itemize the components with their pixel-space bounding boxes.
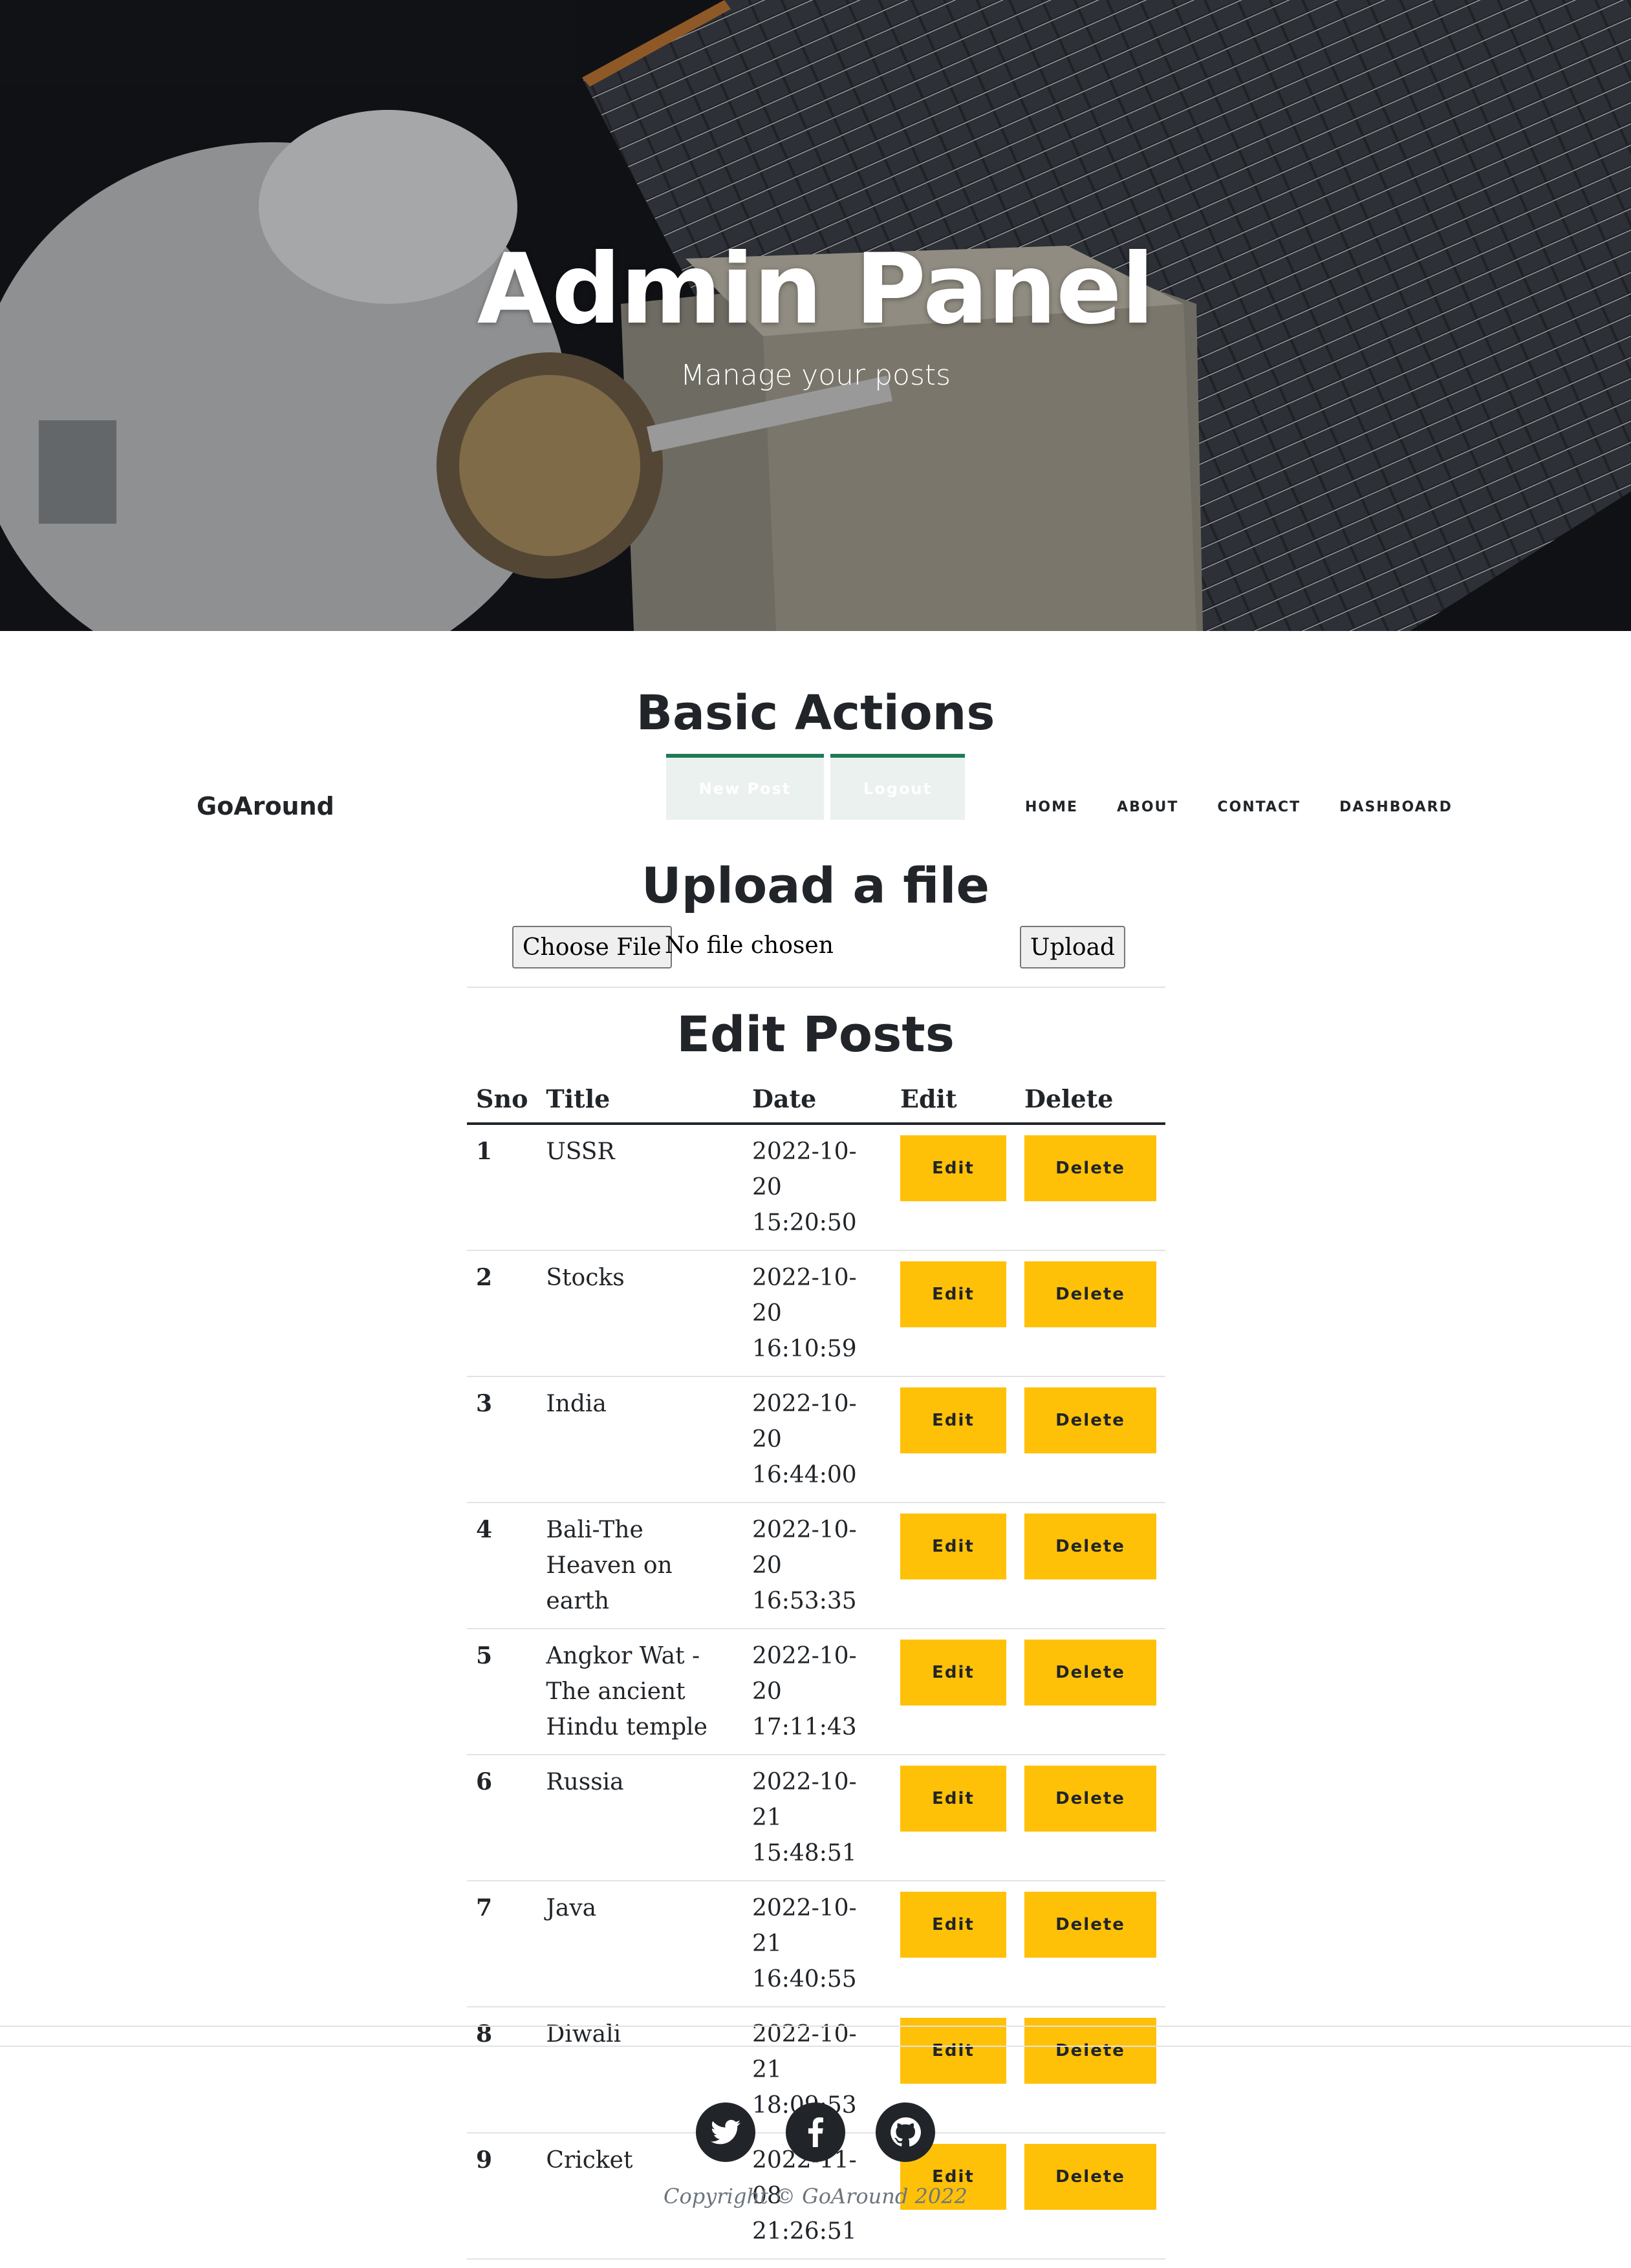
post-title: USSR [537,1124,743,1251]
delete-post-button[interactable]: Delete [1024,1387,1156,1453]
column-header-date: Date [742,1076,891,1125]
delete-cell: Delete [1015,1503,1165,1629]
brand-logo[interactable]: GoAround [197,792,334,820]
edit-cell: Edit [891,1503,1015,1629]
edit-post-button[interactable]: Edit [900,1387,1006,1453]
basic-actions-heading: Basic Actions [636,685,995,741]
delete-post-button[interactable]: Delete [1024,1892,1156,1958]
post-sno: 1 [467,1124,537,1251]
nav-link-about[interactable]: ABOUT [1117,799,1178,815]
file-status-text: No file chosen [665,932,834,959]
column-header-title: Title [537,1076,743,1125]
edit-posts-heading: Edit Posts [676,1005,955,1063]
column-header-edit: Edit [891,1076,1015,1125]
post-date: 2022-10-21 15:48:51 [742,1755,891,1881]
delete-cell: Delete [1015,1376,1165,1503]
delete-post-button[interactable]: Delete [1024,1135,1156,1201]
delete-cell: Delete [1015,1124,1165,1251]
delete-post-button[interactable]: Delete [1024,1640,1156,1706]
twitter-button[interactable] [696,2102,755,2162]
edit-cell: Edit [891,1376,1015,1503]
logout-button[interactable]: Logout [830,754,965,820]
facebook-icon [808,2117,823,2147]
delete-cell: Delete [1015,1629,1165,1755]
upload-button[interactable]: Upload [1020,926,1126,968]
nav-links: HOME ABOUT CONTACT DASHBOARD [1025,799,1491,815]
post-title: Angkor Wat - The ancient Hindu temple [537,1629,743,1755]
edit-post-button[interactable]: Edit [900,1892,1006,1958]
post-sno: 2 [467,1250,537,1377]
page-title: Admin Panel [477,233,1154,346]
footer-divider [0,2046,1631,2047]
section-divider [467,987,1165,988]
table-row: 1 USSR 2022-10-20 15:20:50 Edit Delete [467,1124,1165,1251]
post-date: 2022-10-20 16:44:00 [742,1376,891,1503]
delete-cell: Delete [1015,1250,1165,1377]
post-date: 2022-10-20 16:53:35 [742,1503,891,1629]
page-subtitle: Manage your posts [680,359,951,392]
edit-post-button[interactable]: Edit [900,1514,1006,1579]
delete-cell: Delete [1015,1881,1165,2007]
delete-post-button[interactable]: Delete [1024,1261,1156,1327]
facebook-button[interactable] [786,2102,845,2162]
column-header-delete: Delete [1015,1076,1165,1125]
table-row: 4 Bali-The Heaven on earth 2022-10-20 16:5… [467,1503,1165,1629]
post-sno: 4 [467,1503,537,1629]
delete-post-button[interactable]: Delete [1024,1766,1156,1832]
post-title: Russia [537,1755,743,1881]
post-title: Stocks [537,1250,743,1377]
nav-link-home[interactable]: HOME [1025,799,1078,815]
new-post-button[interactable]: New Post [666,754,824,820]
edit-post-button[interactable]: Edit [900,2018,1006,2084]
table-row: 3 India 2022-10-20 16:44:00 Edit Delete [467,1376,1165,1503]
footer-divider [0,2026,1631,2027]
edit-cell: Edit [891,1250,1015,1377]
edit-cell: Edit [891,1881,1015,2007]
post-date: 2022-10-20 15:20:50 [742,1124,891,1251]
edit-cell: Edit [891,1124,1015,1251]
hero-header: Admin Panel Manage your posts [0,0,1631,631]
github-button[interactable] [876,2102,935,2162]
nav-link-contact[interactable]: CONTACT [1217,799,1301,815]
post-sno: 3 [467,1376,537,1503]
choose-file-button[interactable]: Choose File [512,926,672,968]
edit-post-button[interactable]: Edit [900,1135,1006,1201]
table-row: 7 Java 2022-10-21 16:40:55 Edit Delete [467,1881,1165,2007]
delete-cell: Delete [1015,1755,1165,1881]
post-sno: 5 [467,1629,537,1755]
edit-cell: Edit [891,1755,1015,1881]
post-sno: 7 [467,1881,537,2007]
edit-post-button[interactable]: Edit [900,1640,1006,1706]
column-header-sno: Sno [467,1076,537,1125]
table-row: 6 Russia 2022-10-21 15:48:51 Edit Delete [467,1755,1165,1881]
post-date: 2022-10-21 16:40:55 [742,1881,891,2007]
upload-heading: Upload a file [641,857,990,914]
table-row: 2 Stocks 2022-10-20 16:10:59 Edit Delete [467,1250,1165,1377]
copyright-text: Copyright © GoAround 2022 [664,2184,967,2209]
table-row: 5 Angkor Wat - The ancient Hindu temple 20… [467,1629,1165,1755]
post-sno: 6 [467,1755,537,1881]
post-title: Bali-The Heaven on earth [537,1503,743,1629]
twitter-icon [711,2119,740,2145]
posts-table: Sno Title Date Edit Delete 1 USSR 2022-10-… [467,1076,1165,2260]
upload-form: Choose File No file chosen Upload [512,926,1126,968]
post-title: India [537,1376,743,1503]
nav-link-dashboard[interactable]: DASHBOARD [1339,799,1453,815]
table-header-row: Sno Title Date Edit Delete [467,1076,1165,1125]
post-date: 2022-10-20 17:11:43 [742,1629,891,1755]
delete-post-button[interactable]: Delete [1024,1514,1156,1579]
github-icon [891,2117,921,2147]
post-title: Java [537,1881,743,2007]
delete-post-button[interactable]: Delete [1024,2018,1156,2084]
edit-post-button[interactable]: Edit [900,1766,1006,1832]
edit-cell: Edit [891,1629,1015,1755]
edit-post-button[interactable]: Edit [900,1261,1006,1327]
post-date: 2022-10-20 16:10:59 [742,1250,891,1377]
